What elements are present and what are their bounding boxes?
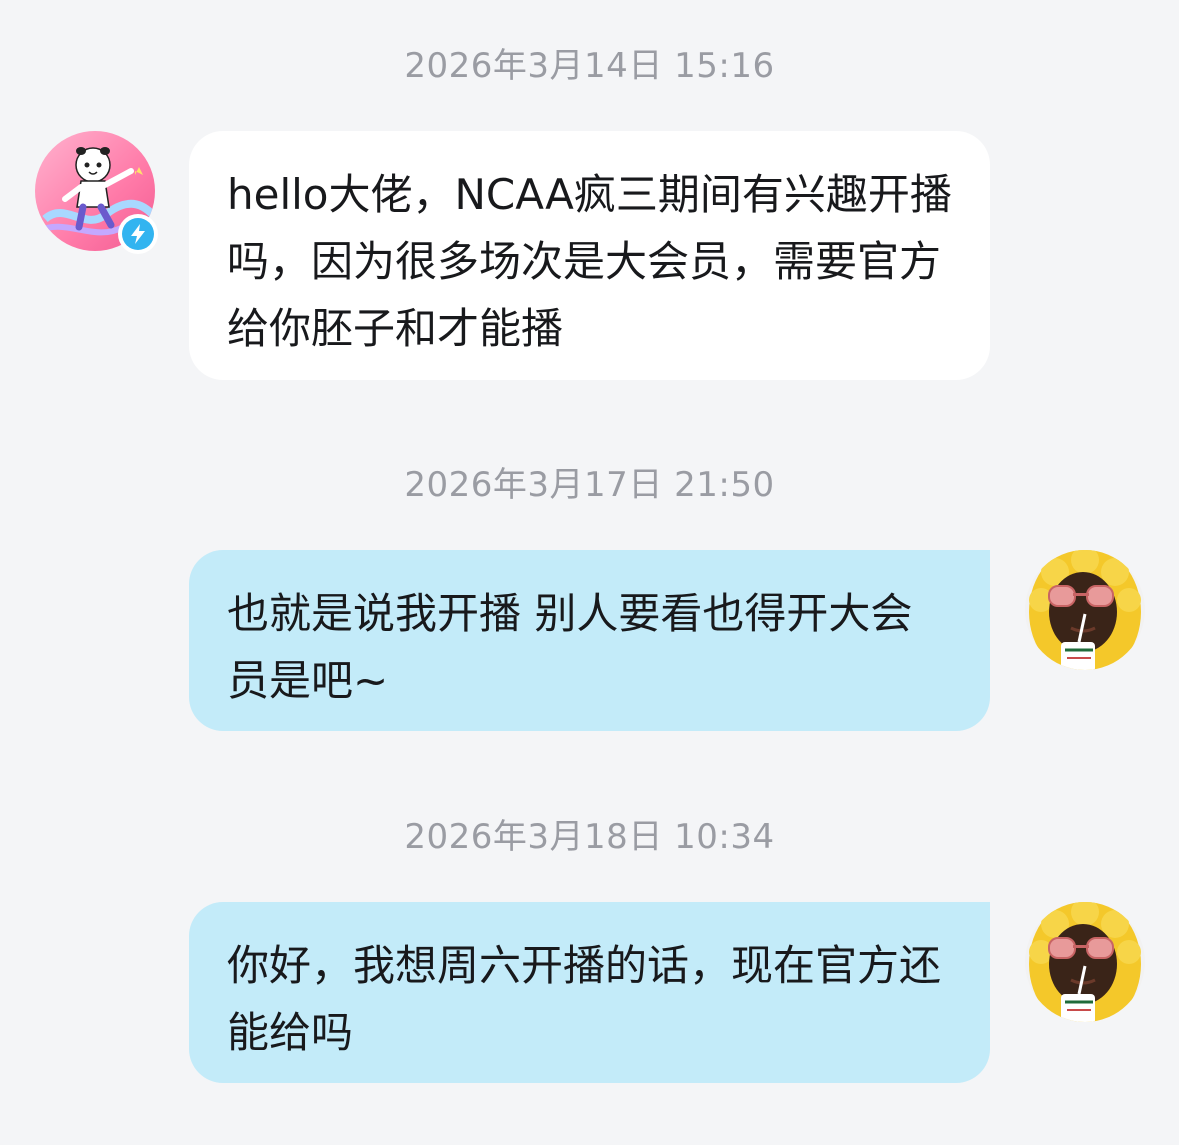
message-bubble-outgoing[interactable]: 也就是说我开播 别人要看也得开大会员是吧~ xyxy=(189,550,990,731)
lightning-bolt-icon xyxy=(122,218,154,250)
person-yellow-hood-sunglasses-avatar-icon xyxy=(1025,902,1145,1022)
message-timestamp: 2026年3月17日 21:50 xyxy=(404,465,775,505)
own-avatar[interactable] xyxy=(1025,902,1145,1022)
message-bubble-outgoing[interactable]: 你好，我想周六开播的话，现在官方还能给吗 xyxy=(189,902,990,1083)
person-yellow-hood-sunglasses-avatar-icon xyxy=(1025,550,1145,670)
verified-badge xyxy=(118,214,158,254)
own-avatar[interactable] xyxy=(1025,550,1145,670)
message-timestamp: 2026年3月14日 15:16 xyxy=(404,46,775,86)
message-bubble-incoming[interactable]: hello大佬，NCAA疯三期间有兴趣开播吗，因为很多场次是大会员，需要官方给你… xyxy=(189,131,990,380)
message-timestamp: 2026年3月18日 10:34 xyxy=(404,817,775,857)
